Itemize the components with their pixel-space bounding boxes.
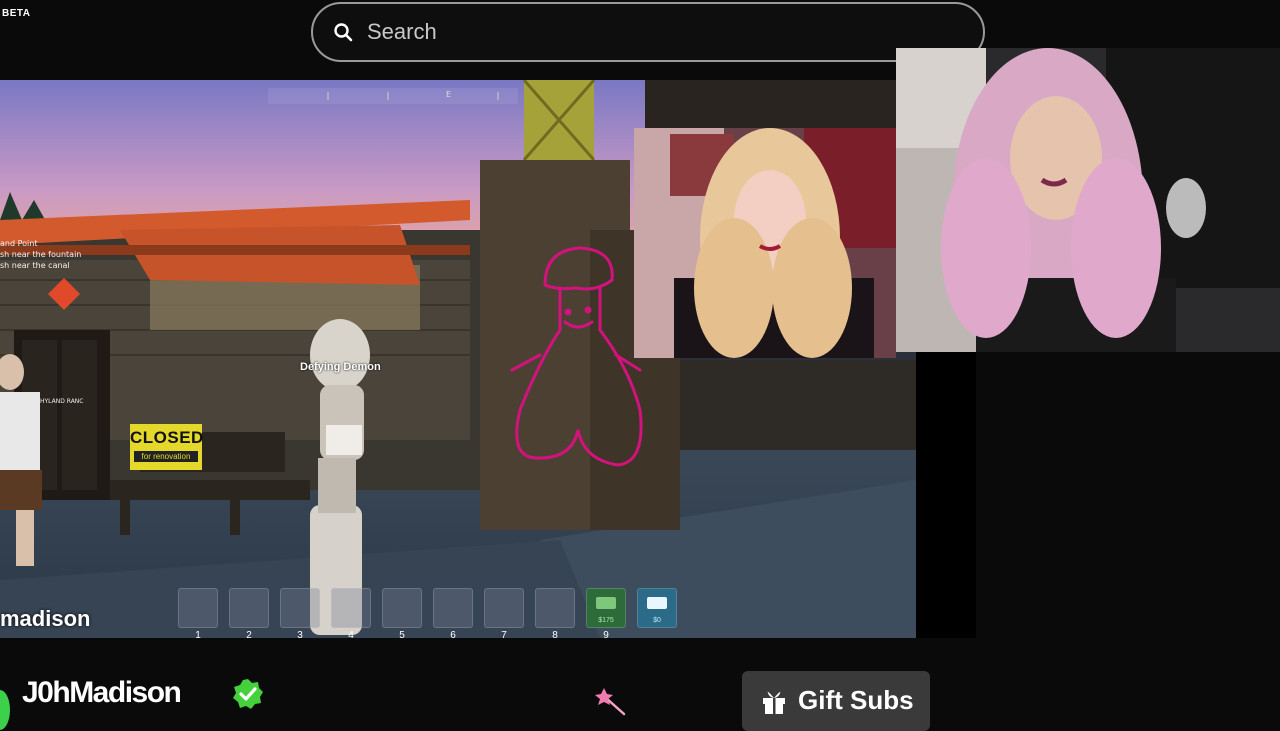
gift-subs-label: Gift Subs bbox=[798, 685, 914, 715]
cash-value: $175 bbox=[598, 617, 614, 624]
webcam-image bbox=[634, 128, 896, 358]
hotbar-slot[interactable]: 1 bbox=[178, 588, 218, 638]
gift-subs-button[interactable]: Gift Subs bbox=[742, 671, 930, 731]
hotbar-slot[interactable]: 7 bbox=[484, 588, 524, 638]
verified-badge-icon bbox=[233, 679, 263, 709]
objective-item: and Point bbox=[0, 239, 38, 248]
beta-badge: BETA bbox=[2, 8, 31, 19]
objective-item: sh near the canal bbox=[0, 261, 70, 270]
hotbar-slot-cash[interactable]: $175 9 bbox=[586, 588, 626, 638]
slot-number: 6 bbox=[450, 630, 456, 638]
hotbar-slot[interactable]: 3 bbox=[280, 588, 320, 638]
hotbar: 1 2 3 4 5 6 7 8 $175 9 $0 bbox=[178, 588, 677, 638]
hotbar-slot[interactable]: 6 bbox=[433, 588, 473, 638]
sign-subtitle: for renovation bbox=[134, 451, 198, 462]
slot-number: 2 bbox=[246, 630, 252, 638]
video-letterbox bbox=[916, 352, 976, 638]
compass-bar bbox=[268, 88, 518, 104]
card-value: $0 bbox=[653, 617, 661, 624]
search-icon bbox=[334, 23, 353, 42]
live-indicator bbox=[0, 690, 10, 730]
slot-number: 8 bbox=[552, 630, 558, 638]
compass-marker: E bbox=[446, 90, 452, 99]
player-name: madison bbox=[0, 606, 91, 631]
hotbar-slot-card[interactable]: $0 bbox=[637, 588, 677, 628]
hotbar-slot[interactable]: 2 bbox=[229, 588, 269, 638]
search-input[interactable] bbox=[365, 18, 929, 46]
hotbar-slot[interactable]: 5 bbox=[382, 588, 422, 638]
search-bar[interactable] bbox=[311, 2, 985, 62]
objective-item: sh near the fountain bbox=[0, 250, 82, 259]
webcam-overlay-small bbox=[634, 128, 896, 358]
slot-number: 3 bbox=[297, 630, 303, 638]
closed-sign: CLOSED for renovation bbox=[130, 424, 204, 470]
slot-number: 1 bbox=[195, 630, 201, 638]
objectives-list: and Point sh near the fountain sh near t… bbox=[0, 238, 81, 271]
npc-nametag: Defying Demon bbox=[300, 361, 381, 373]
slot-number: 4 bbox=[348, 630, 354, 638]
slot-number: 5 bbox=[399, 630, 405, 638]
streamer-name[interactable]: J0hMadison bbox=[22, 676, 182, 710]
slot-number: 7 bbox=[501, 630, 507, 638]
slot-number: 9 bbox=[603, 630, 609, 638]
hotbar-slot[interactable]: 4 bbox=[331, 588, 371, 638]
cash-icon bbox=[596, 597, 616, 609]
hotbar-slot[interactable]: 8 bbox=[535, 588, 575, 638]
webcam-overlay-large bbox=[896, 48, 1280, 352]
sign-title: CLOSED bbox=[130, 428, 204, 447]
location-logo-text: HYLAND RANC bbox=[40, 398, 84, 405]
webcam-image bbox=[896, 48, 1280, 352]
gift-icon bbox=[763, 691, 785, 714]
magic-wand-icon[interactable] bbox=[592, 686, 626, 716]
card-icon bbox=[647, 597, 667, 609]
